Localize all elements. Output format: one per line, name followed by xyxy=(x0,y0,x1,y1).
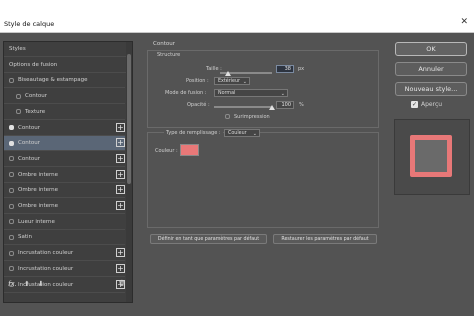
style-item-label: Ombre interne xyxy=(18,203,59,209)
fx-icon[interactable]: fx. xyxy=(8,280,17,288)
mode-select[interactable]: Normal ⌄ xyxy=(214,89,288,97)
add-style-icon[interactable]: + xyxy=(116,201,125,210)
structure-title: Structure xyxy=(157,52,181,58)
style-checkbox[interactable] xyxy=(16,93,21,99)
add-style-icon[interactable]: + xyxy=(116,153,125,163)
type-remplissage-value: Couleur xyxy=(228,131,247,136)
style-list-item[interactable]: Ombre interne + xyxy=(4,183,125,199)
trash-icon[interactable]: 🗑 xyxy=(118,280,126,287)
opacite-input[interactable]: 100 xyxy=(276,101,294,109)
style-list-item[interactable]: Incrustation couleur + xyxy=(4,278,125,293)
close-icon[interactable]: ✕ xyxy=(460,17,468,27)
style-checkbox[interactable] xyxy=(9,140,14,146)
position-value: Extérieur xyxy=(218,79,240,84)
add-style-icon[interactable]: + xyxy=(116,122,125,132)
style-item-label: Biseautage & estampage xyxy=(18,77,88,84)
style-item-label: Incrustation couleur xyxy=(18,265,74,272)
type-remplissage-select[interactable]: Couleur ⌄ xyxy=(224,129,260,137)
position-select[interactable]: Extérieur ⌄ xyxy=(214,77,250,85)
ok-button[interactable]: OK xyxy=(395,42,467,56)
style-checkbox[interactable] xyxy=(9,203,14,209)
style-checkbox[interactable] xyxy=(9,187,14,193)
scrollbar-thumb[interactable] xyxy=(127,54,131,184)
style-checkbox[interactable] xyxy=(9,250,14,256)
style-checkbox[interactable] xyxy=(9,77,14,83)
taille-slider-knob[interactable] xyxy=(224,71,231,76)
style-checkbox[interactable] xyxy=(9,172,14,178)
taille-unit: px xyxy=(298,66,305,72)
mode-value: Normal xyxy=(218,91,236,96)
style-list-item[interactable]: Contour + xyxy=(4,121,125,136)
surimpression-checkbox[interactable] xyxy=(225,114,230,119)
style-list-item[interactable]: Styles xyxy=(4,42,130,57)
title-bar: Style de calque ✕ xyxy=(0,0,474,33)
mode-label: Mode de fusion : xyxy=(165,90,207,96)
chevron-down-icon: ⌄ xyxy=(242,79,247,85)
style-list-item[interactable]: Contour + xyxy=(4,136,125,152)
apercu-checkbox[interactable]: ✓ xyxy=(411,101,418,108)
style-item-label: Texture xyxy=(25,108,46,115)
cancel-button[interactable]: Annuler xyxy=(395,62,467,76)
style-item-label: Ombre interne xyxy=(18,171,59,178)
chevron-down-icon: ⌄ xyxy=(252,131,257,137)
style-item-label: Options de fusion xyxy=(9,61,58,68)
style-preview xyxy=(394,119,470,195)
style-item-label: Contour xyxy=(18,140,40,147)
preview-square xyxy=(410,135,452,177)
opacite-unit: % xyxy=(299,102,304,108)
contour-section-title: Contour xyxy=(153,41,175,47)
reset-default-button[interactable]: Restaurer les paramètres par défaut xyxy=(273,234,377,244)
style-list-item[interactable]: Contour + xyxy=(4,152,125,167)
style-list-item[interactable]: Biseautage & estampage xyxy=(4,73,125,89)
couleur-swatch[interactable] xyxy=(180,144,199,156)
style-list-item[interactable]: Incrustation couleur + xyxy=(4,246,125,262)
apercu-label: Aperçu xyxy=(421,101,443,108)
couleur-label: Couleur : xyxy=(155,148,178,154)
style-checkbox[interactable] xyxy=(9,266,14,272)
add-style-icon[interactable]: + xyxy=(116,138,125,148)
style-list-item[interactable]: Ombre interne + xyxy=(4,168,125,183)
add-style-icon[interactable]: + xyxy=(116,185,125,195)
style-item-label: Styles xyxy=(9,46,26,52)
style-checkbox[interactable] xyxy=(9,125,14,130)
style-list-item[interactable]: Lueur interne xyxy=(4,215,125,230)
move-up-icon[interactable]: ⬆ xyxy=(24,280,30,288)
move-down-icon[interactable]: ⬇ xyxy=(38,280,44,288)
add-style-icon[interactable]: + xyxy=(116,169,125,179)
styles-scrollbar[interactable] xyxy=(126,42,132,302)
window-title: Style de calque xyxy=(4,20,55,28)
styles-list-panel: Styles Options de fusion Biseautage & esta… xyxy=(3,41,133,303)
style-list-item[interactable]: Texture xyxy=(4,105,125,120)
style-item-label: Contour xyxy=(18,124,40,131)
style-item-label: Ombre interne xyxy=(18,187,59,194)
style-list-item[interactable]: Contour xyxy=(4,89,125,105)
add-style-icon[interactable]: + xyxy=(116,263,125,273)
style-checkbox[interactable] xyxy=(16,109,21,115)
style-checkbox[interactable] xyxy=(9,219,14,225)
style-list-item[interactable]: Options de fusion xyxy=(4,58,130,73)
style-item-label: Satin xyxy=(18,234,33,241)
opacite-label: Opacité : xyxy=(187,102,210,108)
opacite-slider-knob[interactable] xyxy=(269,105,275,110)
type-remplissage-label: Type de remplissage : xyxy=(164,130,223,136)
style-checkbox[interactable] xyxy=(9,156,14,162)
surimpression-label: Surimpression xyxy=(234,114,270,120)
style-checkbox[interactable] xyxy=(9,234,14,240)
style-item-label: Contour xyxy=(25,93,47,100)
layer-style-dialog: Styles Options de fusion Biseautage & esta… xyxy=(0,33,474,316)
opacite-slider[interactable] xyxy=(214,106,272,108)
style-list-item[interactable]: Satin xyxy=(4,230,125,246)
chevron-down-icon: ⌄ xyxy=(280,91,285,97)
set-default-button[interactable]: Définir en tant que paramètres par défau… xyxy=(150,234,267,244)
style-item-label: Contour xyxy=(18,155,40,162)
new-style-button[interactable]: Nouveau style... xyxy=(395,82,467,96)
style-item-label: Incrustation couleur xyxy=(18,250,74,257)
position-label: Position : xyxy=(186,78,209,84)
add-style-icon[interactable]: + xyxy=(116,248,125,258)
style-list-item[interactable]: Incrustation couleur + xyxy=(4,262,125,277)
style-item-label: Lueur interne xyxy=(18,218,55,225)
style-list-item[interactable]: Ombre interne + xyxy=(4,199,125,214)
taille-input[interactable]: 38 xyxy=(276,65,294,73)
